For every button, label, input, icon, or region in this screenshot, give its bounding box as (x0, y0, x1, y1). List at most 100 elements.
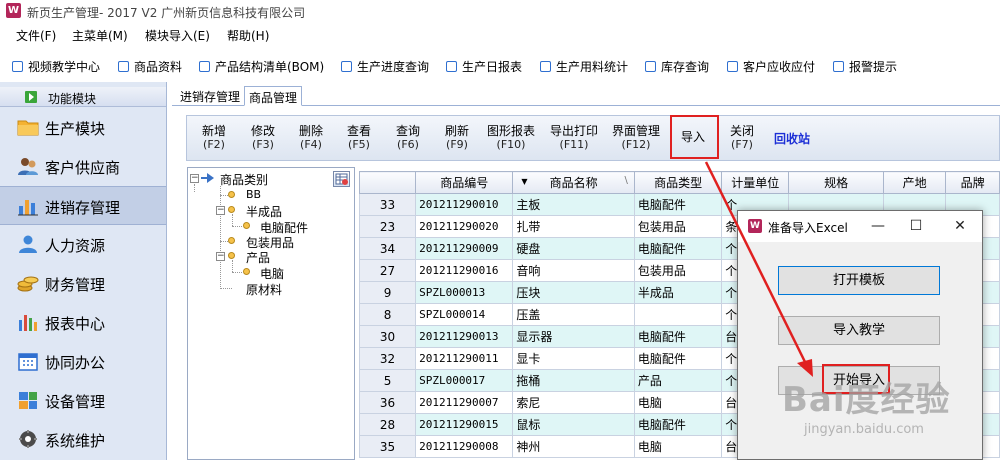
menu-module-import[interactable]: 模块导入(E) (145, 27, 210, 44)
menu-file[interactable]: 文件(F) (16, 27, 56, 44)
quick-daily-report[interactable]: 生产日报表 (446, 56, 522, 76)
action-toolbar: 新增 (F2) 修改 (F3) 删除 (F4) 查看 (F5) 查询 (F6) 刷新 (F9… (186, 115, 1000, 161)
table-cell: 201211290015 (415, 413, 514, 436)
refresh-button[interactable]: 刷新 (F9) (445, 124, 469, 152)
sidebar: 功能模块 生产模块 客户供应商 进销存管理 人力资源 财务管理 报表中心 协同办… (0, 82, 167, 460)
table-cell: 201211290007 (415, 391, 514, 414)
dialog-title-bar[interactable]: W 准备导入Excel — ☐ ✕ (738, 211, 982, 241)
sidebar-header: 功能模块 (0, 87, 166, 107)
query-button[interactable]: 查询 (F6) (396, 124, 420, 152)
column-header-name[interactable]: ▼ 商品名称 \ (512, 171, 635, 194)
grid-icon (335, 173, 348, 185)
ui-management-button[interactable]: 界面管理 (F12) (612, 124, 660, 152)
graph-report-button[interactable]: 图形报表 (F10) (487, 124, 535, 152)
report-icon (19, 315, 37, 331)
tree-collapse-toggle[interactable]: − (190, 174, 199, 183)
quick-production-progress[interactable]: 生产进度查询 (341, 56, 429, 76)
table-cell: 神州 (512, 435, 635, 458)
row-number-cell: 27 (359, 259, 417, 282)
table-cell: 201211290013 (415, 325, 514, 348)
square-icon (727, 60, 738, 72)
square-icon (833, 60, 844, 72)
tab-product-management[interactable]: 商品管理 (244, 86, 303, 106)
table-cell: 201211290011 (415, 347, 514, 370)
sidebar-item-customers-suppliers[interactable]: 客户供应商 (0, 147, 166, 186)
column-header-spec[interactable]: 规格 (788, 171, 884, 194)
sidebar-item-system-maintenance[interactable]: 系统维护 (0, 420, 166, 459)
table-cell: SPZL000013 (415, 281, 514, 304)
tree-node-computer[interactable]: 电脑 (260, 265, 284, 282)
system-icon (19, 430, 37, 448)
tree-node-icon (228, 252, 235, 259)
menu-bar: 文件(F) 主菜单(M) 模块导入(E) 帮助(H) (0, 24, 1000, 46)
close-button[interactable]: 关闭 (F7) (730, 124, 754, 152)
add-button[interactable]: 新增 (F2) (202, 124, 226, 152)
quick-video-tutorials[interactable]: 视频教学中心 (12, 56, 100, 76)
tree-refresh-button[interactable] (333, 171, 350, 187)
export-print-button[interactable]: 导出打印 (F11) (550, 124, 598, 152)
tab-inventory-management[interactable]: 进销存管理 (176, 86, 244, 106)
menu-help[interactable]: 帮助(H) (227, 27, 269, 44)
quick-alerts[interactable]: 报警提示 (833, 56, 897, 76)
open-template-button[interactable]: 打开模板 (778, 266, 940, 295)
tree-node-product[interactable]: 产品 (246, 249, 270, 266)
quick-product-info[interactable]: 商品资料 (118, 56, 182, 76)
column-header-unit[interactable]: 计量单位 (721, 171, 790, 194)
row-number-cell: 36 (359, 391, 417, 414)
table-cell: 201211290009 (415, 237, 514, 260)
sidebar-item-inventory-management[interactable]: 进销存管理 (0, 186, 166, 225)
square-icon (645, 60, 656, 72)
tree-expand-toggle[interactable]: − (216, 252, 225, 261)
play-icon (25, 91, 37, 103)
quick-bom[interactable]: 产品结构清单(BOM) (199, 56, 324, 76)
row-number-cell: 23 (359, 215, 417, 238)
dialog-title: 准备导入Excel (768, 221, 848, 235)
view-button[interactable]: 查看 (F5) (347, 124, 371, 152)
table-cell: 电脑配件 (633, 325, 723, 348)
dialog-close-button[interactable]: ✕ (950, 216, 970, 236)
sidebar-item-production[interactable]: 生产模块 (0, 108, 166, 147)
row-number-cell: 34 (359, 237, 417, 260)
delete-button[interactable]: 删除 (F4) (299, 124, 323, 152)
row-number-cell: 35 (359, 435, 417, 458)
tree-node-bb[interactable]: BB (246, 188, 261, 201)
sidebar-item-human-resources[interactable]: 人力资源 (0, 225, 166, 264)
quick-material-stats[interactable]: 生产用料统计 (540, 56, 628, 76)
table-cell: 硬盘 (512, 237, 635, 260)
table-cell: 201211290010 (415, 193, 514, 216)
tree-root-arrow-icon (201, 173, 214, 183)
tab-strip: 进销存管理 商品管理 (172, 84, 1000, 106)
quick-inventory[interactable]: 库存查询 (645, 56, 709, 76)
column-header-brand[interactable]: 品牌 (945, 171, 1000, 194)
column-divider-icon: \ (624, 175, 628, 186)
tree-node-raw-material[interactable]: 原材料 (246, 281, 282, 298)
column-header-type[interactable]: 商品类型 (633, 171, 723, 194)
sidebar-item-collaboration[interactable]: 协同办公 (0, 342, 166, 381)
row-number-cell: 5 (359, 369, 417, 392)
menu-main[interactable]: 主菜单(M) (72, 27, 128, 44)
sidebar-item-finance[interactable]: 财务管理 (0, 264, 166, 303)
tree-expand-toggle[interactable]: − (216, 206, 225, 215)
sidebar-item-report-center[interactable]: 报表中心 (0, 303, 166, 342)
recycle-bin-link[interactable]: 回收站 (774, 130, 810, 147)
maximize-button[interactable]: ☐ (906, 216, 926, 236)
table-cell: 扎带 (512, 215, 635, 238)
table-cell: 201211290020 (415, 215, 514, 238)
quick-receivables[interactable]: 客户应收应付 (727, 56, 815, 76)
import-tutorial-button[interactable]: 导入教学 (778, 316, 940, 345)
minimize-button[interactable]: — (868, 216, 888, 236)
table-cell: 压块 (512, 281, 635, 304)
column-header-code[interactable]: 商品编号 (415, 171, 514, 194)
row-number-cell: 32 (359, 347, 417, 370)
tree-node-semifinished[interactable]: 半成品 (246, 203, 282, 220)
table-cell (633, 303, 723, 326)
coins-icon (17, 276, 39, 292)
column-header-origin[interactable]: 产地 (882, 171, 947, 194)
sort-down-icon: ▼ (521, 177, 528, 186)
edit-button[interactable]: 修改 (F3) (251, 124, 275, 152)
device-icon (19, 392, 37, 409)
sidebar-item-equipment[interactable]: 设备管理 (0, 381, 166, 420)
table-cell: SPZL000014 (415, 303, 514, 326)
watermark-brand: Bai度经验 (782, 380, 951, 420)
tree-node-root[interactable]: 商品类别 (220, 171, 268, 188)
